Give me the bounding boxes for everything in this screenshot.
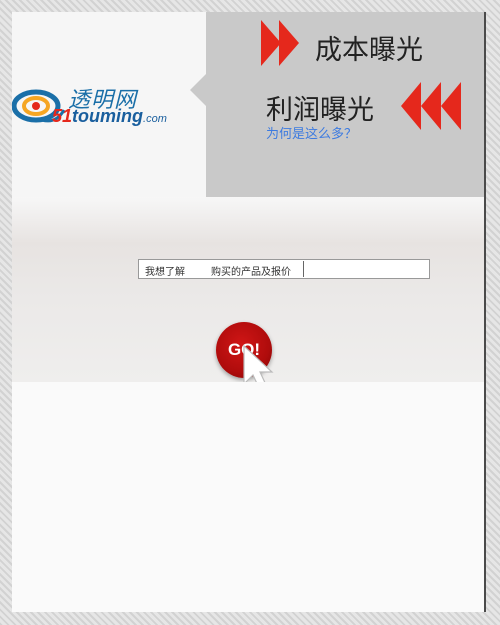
triple-arrow-left-icon: [401, 82, 461, 130]
logo-word: touming: [72, 106, 144, 126]
why-so-much-link[interactable]: 为何是这么多？: [266, 123, 357, 142]
logo-english-text: 51touming.com: [52, 106, 167, 127]
search-bar: 我想了解 购买的产品及报价: [138, 259, 430, 279]
double-arrow-right-icon: [261, 20, 299, 66]
logo-number: 51: [52, 106, 73, 126]
site-logo[interactable]: 透明网 51touming.com: [12, 80, 187, 130]
panel-pointer: [190, 74, 206, 106]
logo-domain-suffix: .com: [143, 113, 167, 125]
content-area: [12, 382, 486, 612]
search-divider: [303, 261, 304, 277]
search-prefix-label: 我想了解: [145, 267, 185, 278]
cost-exposure-label[interactable]: 成本曝光: [315, 28, 423, 67]
frame-right-border: [484, 12, 486, 612]
page-frame: 透明网 51touming.com 成本曝光 利润曝光 为何是这么多？ 我想了解…: [12, 12, 486, 612]
product-search-input[interactable]: [305, 260, 429, 278]
profit-exposure-label[interactable]: 利润曝光: [266, 88, 374, 127]
search-subject-label: 购买的产品及报价: [211, 267, 291, 278]
